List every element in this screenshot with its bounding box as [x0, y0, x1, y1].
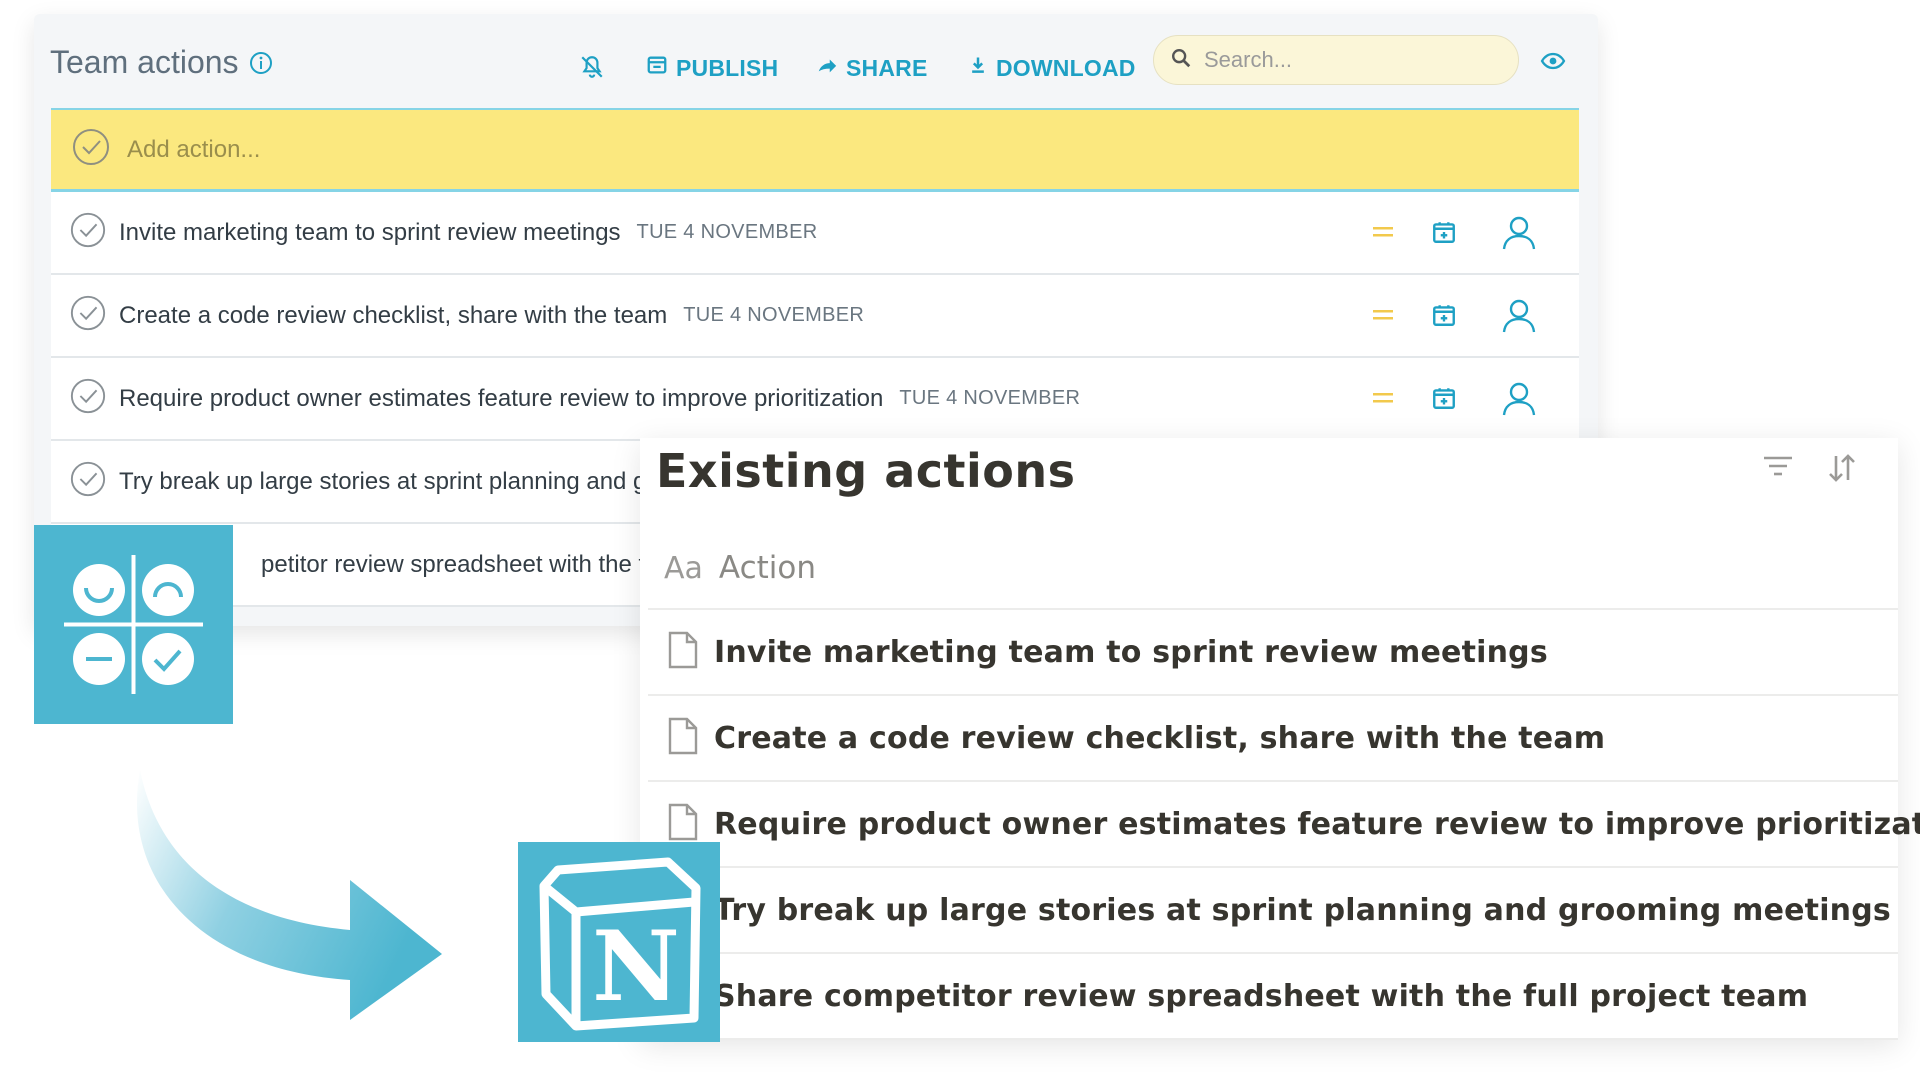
calendar-add-icon[interactable] — [1431, 302, 1457, 333]
retro-app-logo — [34, 525, 233, 724]
flow-arrow-icon — [120, 770, 460, 1045]
bell-off-button[interactable] — [579, 54, 605, 86]
download-icon — [968, 54, 988, 82]
notion-logo-letter: N — [592, 910, 680, 1023]
info-icon[interactable] — [249, 51, 273, 75]
publish-button[interactable]: PUBLISH — [646, 54, 778, 82]
table-row[interactable]: Share competitor review spreadsheet with… — [648, 954, 1898, 1040]
existing-actions-panel: Existing actions Aa Action Invite market… — [640, 438, 1920, 1040]
calendar-add-icon[interactable] — [1431, 385, 1457, 416]
page-title-text: Team actions — [50, 44, 239, 80]
column-header-action[interactable]: Aa Action — [648, 528, 1898, 610]
user-icon[interactable] — [1499, 295, 1539, 340]
table-row[interactable]: Invite marketing team to sprint review m… — [648, 610, 1898, 696]
action-text: Invite marketing team to sprint review m… — [119, 218, 621, 246]
action-text: Require product owner estimates feature … — [119, 384, 884, 412]
download-button[interactable]: DOWNLOAD — [968, 54, 1136, 82]
table-row[interactable]: Try break up large stories at sprint pla… — [648, 868, 1898, 954]
filter-icon[interactable] — [1762, 452, 1794, 488]
row-title: Create a code review checklist, share wi… — [714, 720, 1606, 756]
sort-icon[interactable] — [1826, 452, 1858, 488]
bell-off-icon — [579, 54, 605, 86]
page-icon — [666, 716, 700, 760]
eye-icon[interactable] — [1540, 50, 1566, 77]
list-item[interactable]: Require product owner estimates feature … — [51, 358, 1579, 441]
search-box — [1153, 35, 1519, 85]
share-button[interactable]: SHARE — [816, 54, 928, 82]
check-circle-icon[interactable] — [69, 460, 107, 503]
user-icon[interactable] — [1499, 378, 1539, 423]
check-circle-icon[interactable] — [69, 211, 107, 254]
page-title: Team actions — [50, 44, 273, 81]
list-item[interactable]: Create a code review checklist, share wi… — [51, 275, 1579, 358]
share-icon — [816, 54, 838, 82]
page-icon — [666, 630, 700, 674]
search-input[interactable] — [1202, 46, 1486, 74]
action-text: Try break up large stories at sprint pla… — [119, 467, 655, 495]
column-header-label: Action — [718, 550, 816, 586]
row-title: Share competitor review spreadsheet with… — [714, 978, 1809, 1014]
add-action-row — [51, 108, 1579, 192]
notion-logo: N — [518, 842, 720, 1042]
download-label: DOWNLOAD — [996, 54, 1136, 81]
user-icon[interactable] — [1499, 212, 1539, 257]
row-actions — [1371, 378, 1539, 423]
notion-title: Existing actions — [656, 444, 1076, 498]
drag-handle-icon[interactable] — [1371, 224, 1395, 245]
action-date: TUE 4 NOVEMBER — [636, 221, 818, 243]
search-icon — [1170, 47, 1192, 74]
page-icon — [666, 802, 700, 846]
action-text: petitor review spreadsheet with the full — [261, 550, 670, 578]
list-item[interactable]: Invite marketing team to sprint review m… — [51, 192, 1579, 275]
drag-handle-icon[interactable] — [1371, 390, 1395, 411]
action-date: TUE 4 NOVEMBER — [899, 387, 1081, 409]
action-date: TUE 4 NOVEMBER — [683, 304, 865, 326]
add-action-input[interactable] — [125, 134, 929, 165]
row-actions — [1371, 295, 1539, 340]
share-label: SHARE — [846, 54, 928, 81]
publish-label: PUBLISH — [676, 54, 779, 81]
row-title: Try break up large stories at sprint pla… — [714, 892, 1891, 928]
check-circle-icon[interactable] — [69, 377, 107, 420]
calendar-add-icon[interactable] — [1431, 219, 1457, 250]
row-title: Require product owner estimates feature … — [714, 806, 1920, 842]
drag-handle-icon[interactable] — [1371, 307, 1395, 328]
row-actions — [1371, 212, 1539, 257]
publish-icon — [646, 54, 668, 82]
table-row[interactable]: Require product owner estimates feature … — [648, 782, 1920, 868]
team-actions-header: Team actions PUBLISH SHARE DOWNLOAD Sear… — [34, 14, 1598, 108]
notion-toolbar — [1762, 452, 1858, 488]
check-circle-icon[interactable] — [69, 294, 107, 337]
table-row[interactable]: Create a code review checklist, share wi… — [648, 696, 1898, 782]
notion-actions-list: Invite marketing team to sprint review m… — [648, 610, 1920, 1040]
check-circle-icon[interactable] — [71, 127, 111, 172]
row-title: Invite marketing team to sprint review m… — [714, 634, 1548, 670]
text-property-icon: Aa — [664, 550, 703, 586]
action-text: Create a code review checklist, share wi… — [119, 301, 668, 329]
